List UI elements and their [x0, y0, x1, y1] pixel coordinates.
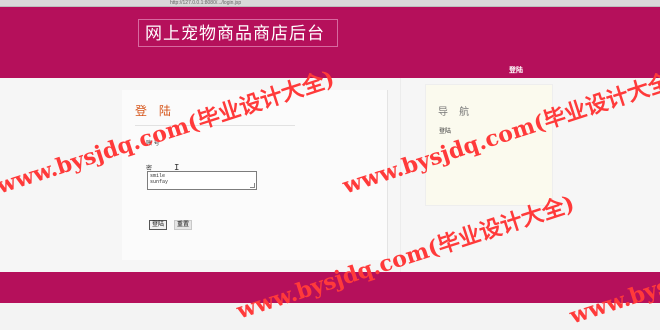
- main-content: 登 陆 账 号 密 I smile sunfay 登陆 重置 导 航 登陆: [0, 78, 660, 272]
- account-label: 账 号: [146, 141, 160, 147]
- autocomplete-dropdown[interactable]: smile sunfay: [147, 171, 257, 190]
- resize-handle-icon[interactable]: [250, 183, 255, 188]
- nav-heading: 导 航: [438, 107, 474, 118]
- url-text: http://127.0.0.1:8080/.../login.jsp: [170, 0, 242, 6]
- site-header: 网上宠物商品商店后台 登陆: [0, 7, 660, 78]
- heading-divider: [135, 125, 295, 126]
- site-title: 网上宠物商品商店后台: [138, 19, 338, 47]
- autocomplete-option[interactable]: sunfay: [150, 179, 254, 185]
- navigation-panel: 导 航 登陆: [425, 84, 553, 206]
- site-footer: [0, 272, 660, 303]
- login-panel: 登 陆 账 号 密 I smile sunfay 登陆 重置: [122, 90, 388, 260]
- browser-address-bar[interactable]: http://127.0.0.1:8080/.../login.jsp: [0, 0, 660, 7]
- login-button[interactable]: 登陆: [149, 220, 168, 230]
- column-divider: [400, 78, 401, 272]
- top-nav-login-link[interactable]: 登陆: [509, 65, 523, 75]
- reset-button[interactable]: 重置: [174, 220, 193, 230]
- login-heading: 登 陆: [135, 104, 175, 118]
- nav-login-link[interactable]: 登陆: [439, 126, 451, 135]
